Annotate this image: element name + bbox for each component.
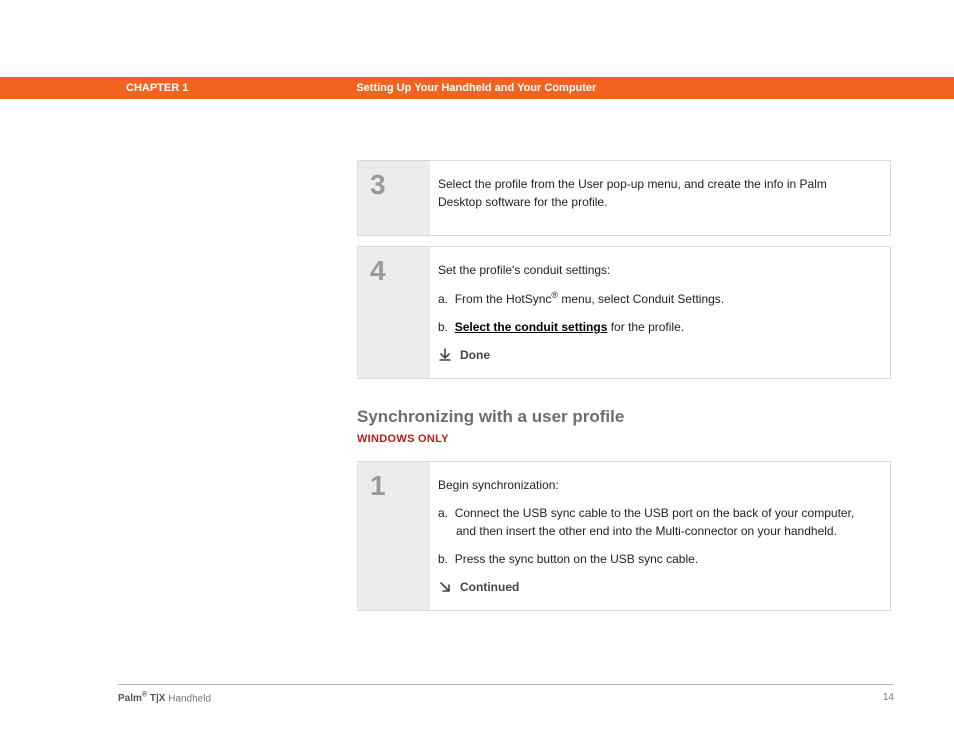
chapter-header-bar: CHAPTER 1 Setting Up Your Handheld and Y… xyxy=(0,77,954,99)
platform-label: WINDOWS ONLY xyxy=(357,433,891,445)
step-number: 3 xyxy=(358,161,430,235)
page-number: 14 xyxy=(883,692,894,704)
step-box: 4 Set the profile's conduit settings: a.… xyxy=(357,246,891,379)
conduit-settings-link[interactable]: Select the conduit settings xyxy=(455,320,608,334)
step-sublist: a. Connect the USB sync cable to the USB… xyxy=(438,504,872,568)
download-done-icon xyxy=(438,348,452,362)
step-subitem: a. From the HotSync® menu, select Condui… xyxy=(438,289,872,308)
arrow-down-right-icon xyxy=(438,580,452,594)
step-box: 3 Select the profile from the User pop-u… xyxy=(357,160,891,236)
step-sublist: a. From the HotSync® menu, select Condui… xyxy=(438,289,872,336)
step-body: Set the profile's conduit settings: a. F… xyxy=(430,247,890,378)
step-subitem: b. Select the conduit settings for the p… xyxy=(438,318,872,336)
continued-label: Continued xyxy=(460,578,519,596)
chapter-label: CHAPTER 1 xyxy=(126,82,188,94)
continued-indicator: Continued xyxy=(438,578,872,596)
step-box: 1 Begin synchronization: a. Connect the … xyxy=(357,461,891,611)
step-subitem: b. Press the sync button on the USB sync… xyxy=(438,550,872,568)
step-number: 4 xyxy=(358,247,430,378)
step-intro: Select the profile from the User pop-up … xyxy=(438,175,872,211)
step-body: Begin synchronization: a. Connect the US… xyxy=(430,462,890,610)
main-content: 3 Select the profile from the User pop-u… xyxy=(357,160,891,621)
step-subitem: a. Connect the USB sync cable to the USB… xyxy=(438,504,872,540)
footer-brand: Palm® T|X Handheld xyxy=(118,692,211,704)
subsection-heading: Synchronizing with a user profile xyxy=(357,407,891,427)
footer-rule xyxy=(118,684,894,685)
done-label: Done xyxy=(460,346,490,364)
page-footer: Palm® T|X Handheld 14 xyxy=(118,692,894,704)
done-indicator: Done xyxy=(438,346,872,364)
section-label: Setting Up Your Handheld and Your Comput… xyxy=(356,82,596,94)
step-intro: Set the profile's conduit settings: xyxy=(438,261,872,279)
step-number: 1 xyxy=(358,462,430,610)
step-intro: Begin synchronization: xyxy=(438,476,872,494)
step-body: Select the profile from the User pop-up … xyxy=(430,161,890,235)
